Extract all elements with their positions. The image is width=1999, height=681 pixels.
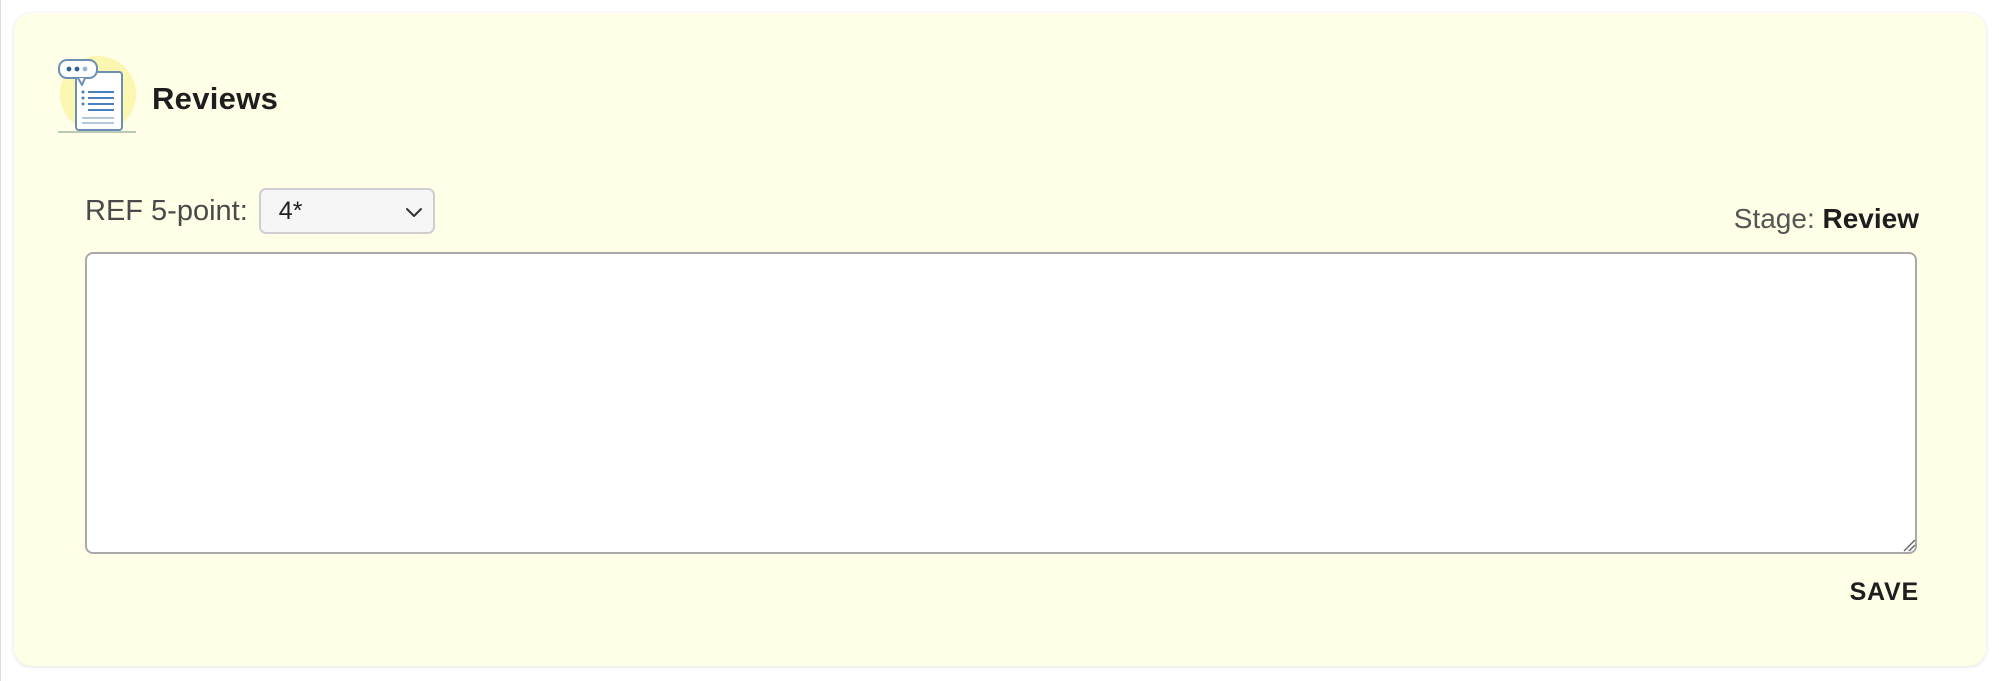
card-header: Reviews bbox=[56, 49, 278, 149]
stage-indicator: Stage: Review bbox=[1734, 203, 1919, 235]
chevron-down-icon bbox=[405, 208, 422, 217]
resize-handle-icon[interactable] bbox=[1902, 538, 1916, 552]
page: Reviews REF 5-point: 4* Stage: Review SA… bbox=[0, 0, 1999, 681]
rating-label: REF 5-point: bbox=[85, 194, 248, 227]
save-button[interactable]: SAVE bbox=[1850, 578, 1919, 607]
rating-row: REF 5-point: 4* bbox=[85, 185, 435, 237]
review-document-icon bbox=[56, 54, 148, 144]
stage-label: Stage: bbox=[1733, 203, 1815, 234]
reviews-card: Reviews REF 5-point: 4* Stage: Review SA… bbox=[14, 13, 1986, 666]
stage-value: Review bbox=[1822, 203, 1920, 234]
review-comment-textarea[interactable] bbox=[85, 252, 1917, 554]
rating-select[interactable]: 4* bbox=[258, 188, 435, 234]
rating-select-value: 4* bbox=[278, 196, 303, 225]
card-title: Reviews bbox=[152, 81, 279, 116]
